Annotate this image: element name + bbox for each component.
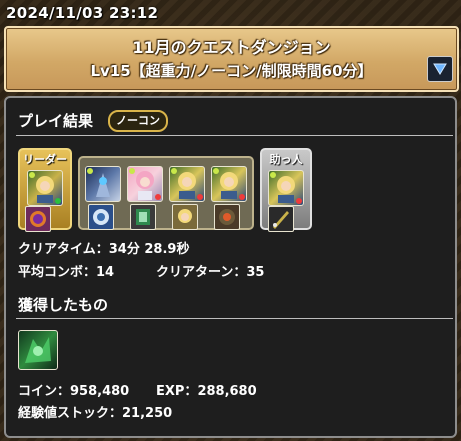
dungeon-title: 11月のクエストダンジョン bbox=[132, 38, 331, 57]
exp-row: EXP：288,680 bbox=[156, 380, 257, 399]
sub-monster-4-icon[interactable] bbox=[211, 166, 247, 202]
leader-label: リーダー bbox=[23, 153, 67, 166]
sub-monster-2-icon[interactable] bbox=[127, 166, 163, 202]
assist-3-icon[interactable] bbox=[172, 204, 198, 230]
dropdown-button[interactable] bbox=[427, 56, 453, 82]
clear-turns-row: クリアターン：35 bbox=[156, 261, 264, 280]
avg-combo-value: 14 bbox=[96, 265, 115, 280]
assist-orb-icon[interactable] bbox=[25, 206, 51, 232]
clear-time-value: 34分 28.9秒 bbox=[108, 242, 190, 257]
exp-stock-value: 21,250 bbox=[122, 406, 173, 421]
clear-turns-value: 35 bbox=[246, 265, 265, 280]
dungeon-floor-name: Lv15【超重力/ノーコン/制限時間60分】 bbox=[90, 62, 373, 80]
leader-group: リーダー bbox=[18, 148, 72, 232]
avg-combo-label: 平均コンボ： bbox=[18, 265, 97, 280]
helper-group: 助っ人 bbox=[260, 148, 312, 232]
helper-assist-icon[interactable] bbox=[268, 206, 294, 232]
no-continue-badge: ノーコン bbox=[108, 110, 168, 132]
exp-stock-row: 経験値ストック：21,250 bbox=[18, 402, 172, 421]
exp-stock-label: 経験値ストック： bbox=[18, 406, 123, 421]
sub-monster-3-icon[interactable] bbox=[169, 166, 205, 202]
clear-time-row: クリアタイム：34分 28.9秒 bbox=[18, 238, 189, 257]
clear-time-label: クリアタイム： bbox=[18, 242, 109, 257]
helper-label: 助っ人 bbox=[269, 153, 303, 166]
dungeon-header: 11月のクエストダンジョン Lv15【超重力/ノーコン/制限時間60分】 bbox=[4, 26, 459, 92]
coin-row: コイン：958,480 bbox=[18, 380, 129, 399]
exp-value: 288,680 bbox=[197, 384, 257, 399]
sub-monster-1-icon[interactable] bbox=[85, 166, 121, 202]
assist-1-icon[interactable] bbox=[88, 204, 114, 230]
assist-2-icon[interactable] bbox=[130, 204, 156, 230]
helper-monster-icon[interactable] bbox=[268, 170, 304, 206]
reward-monster-icon[interactable] bbox=[18, 330, 58, 370]
divider bbox=[16, 135, 453, 136]
coin-label: コイン： bbox=[18, 384, 71, 399]
avg-combo-row: 平均コンボ：14 bbox=[18, 261, 114, 280]
divider bbox=[16, 318, 453, 319]
result-panel: プレイ結果 ノーコン リーダー 助っ人 クリアタイム：34分 28.9秒 平均コ… bbox=[4, 96, 457, 438]
leader-monster-icon[interactable] bbox=[27, 170, 63, 206]
exp-label: EXP： bbox=[156, 384, 198, 399]
triangle-down-icon bbox=[433, 63, 447, 75]
coin-value: 958,480 bbox=[70, 384, 130, 399]
rewards-title: 獲得したもの bbox=[18, 296, 109, 314]
assist-4-icon[interactable] bbox=[214, 204, 240, 230]
timestamp: 2024/11/03 23:12 bbox=[6, 4, 159, 22]
clear-turns-label: クリアターン： bbox=[156, 265, 247, 280]
play-result-title: プレイ結果 bbox=[18, 112, 94, 130]
